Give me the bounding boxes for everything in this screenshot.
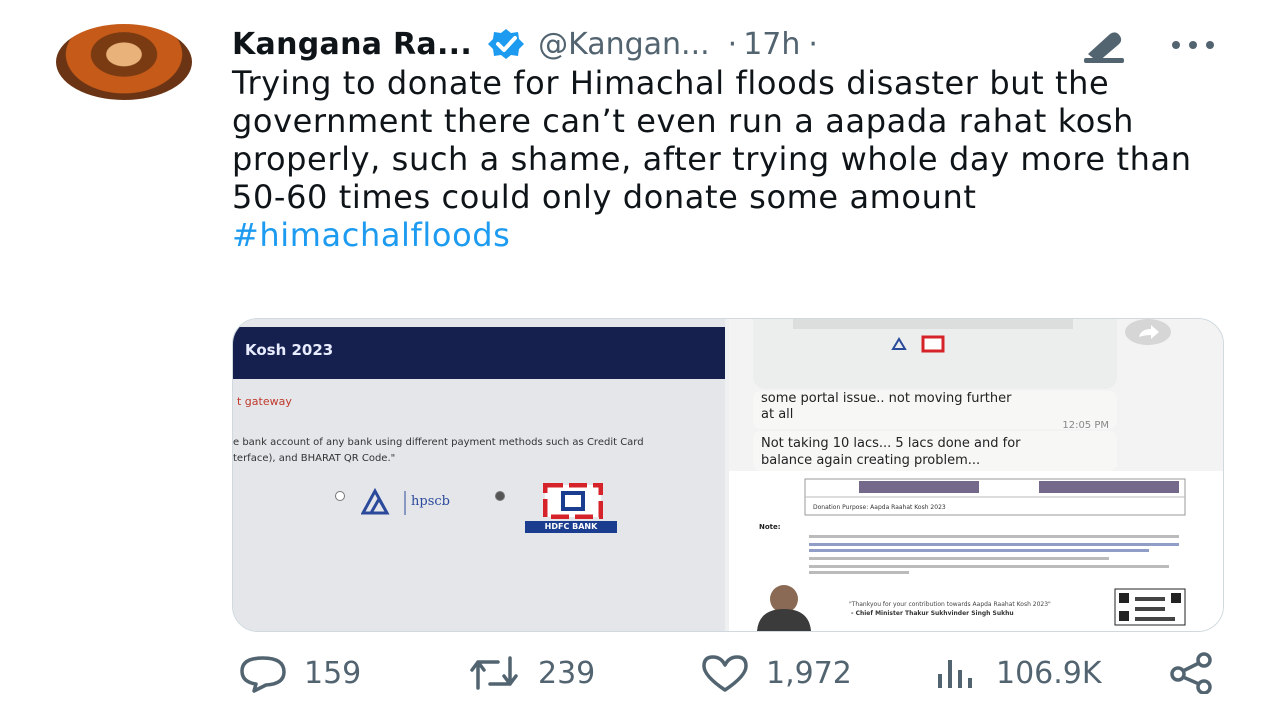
receipt-signer: - Chief Minister Thakur Sukhvinder Singh… [851,610,1014,617]
portal-banner: Kosh 2023 [233,327,725,379]
chat-message-line: Not taking 10 lacs... 5 lacs done and fo… [761,436,1021,451]
reply-button[interactable]: 159 [236,652,361,694]
receipt-quote: "Thankyou for your contribution towards … [849,601,1051,608]
repost-count: 239 [538,655,596,691]
repost-button[interactable]: 239 [464,652,595,694]
hdfc-logo [542,482,604,520]
tweet-body: Trying to donate for Himachal floods dis… [232,64,1192,216]
reply-icon [240,656,286,693]
tweet-header: Kangana Ra... @Kangan... · 17h · [232,22,818,66]
tweet-time[interactable]: 17h [743,27,800,62]
share-image-icon[interactable] [1125,319,1171,345]
like-button[interactable]: 1,972 [698,652,852,694]
media-right-photo[interactable]: some portal issue.. not moving further a… [729,319,1223,631]
like-icon [702,655,748,692]
gateway-label: t gateway [237,395,292,408]
grok-icon[interactable] [1080,28,1130,64]
hpscb-label: hpscb [411,494,450,509]
hdfc-label: HDFC BANK [525,521,617,533]
media-left-photo[interactable]: Kosh 2023 t gateway e bank account of an… [233,319,725,631]
hpscb-logo: hpscb [360,487,471,517]
author-name[interactable]: Kangana Ra... [232,27,472,62]
views-icon [938,660,972,688]
chat-bubble: Not taking 10 lacs... 5 lacs done and fo… [753,431,1117,471]
more-icon[interactable] [1168,30,1218,60]
tweet-text: Trying to donate for Himachal floods dis… [232,64,1232,254]
repost-icon [470,656,518,690]
views-button[interactable]: 106.9K [934,652,1102,694]
hashtag-link[interactable]: #himachalfloods [232,216,510,254]
tweet-media[interactable]: Kosh 2023 t gateway e bank account of an… [232,318,1224,632]
reply-count: 159 [304,655,362,691]
chat-message-line: some portal issue.. not moving further [761,391,1012,406]
radio-option [495,491,505,501]
description-line: e bank account of any bank using differe… [233,437,644,448]
portal-description: e bank account of any bank using differe… [233,435,725,467]
receipt-purpose: Donation Purpose: Aapda Raahat Kosh 2023 [813,504,946,511]
separator-dot: · [727,26,738,62]
like-count: 1,972 [766,655,852,691]
chat-message: Not taking 10 lacs... 5 lacs done and fo… [761,435,1109,469]
chat-top-image [753,319,1117,389]
receipt-note: Note: [759,523,781,531]
receipt-image: Donation Purpose: Aapda Raahat Kosh 2023… [729,471,1223,631]
avatar[interactable] [56,24,192,100]
separator-dot: · [808,26,818,62]
chat-message-line: at all [761,407,794,422]
share-icon [1170,652,1212,694]
views-count: 106.9K [996,655,1102,691]
tweet-actions: 159 239 1,972 106.9K [236,652,1226,694]
radio-option [335,491,345,501]
verified-badge-icon[interactable] [486,27,526,61]
chat-bubble: some portal issue.. not moving further a… [753,391,1117,431]
share-button[interactable] [1166,652,1230,694]
description-line: terface), and BHARAT QR Code." [233,453,396,464]
author-handle[interactable]: @Kangan... [538,27,710,62]
chat-message-line: balance again creating problem... [761,453,981,468]
chat-message: some portal issue.. not moving further a… [761,391,1011,423]
